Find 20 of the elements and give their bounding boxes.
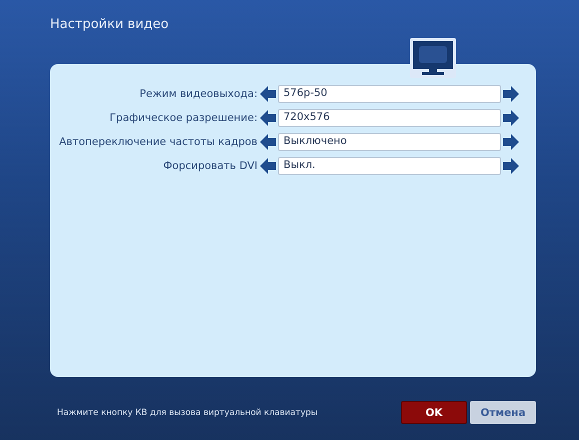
right-arrow-icon[interactable]	[503, 134, 519, 150]
left-arrow-icon[interactable]	[260, 134, 276, 150]
right-arrow-icon[interactable]	[503, 110, 519, 126]
window-title: Настройки видео	[50, 17, 169, 32]
setting-field[interactable]: Выключено	[278, 133, 501, 151]
setting-label: Автопереключение частоты кадров	[58, 136, 258, 148]
right-arrow-icon[interactable]	[503, 158, 519, 174]
left-arrow-icon[interactable]	[260, 86, 276, 102]
right-arrow-icon[interactable]	[503, 86, 519, 102]
left-arrow-icon[interactable]	[260, 110, 276, 126]
ok-button[interactable]: OK	[401, 401, 467, 424]
setting-field[interactable]: 720x576	[278, 109, 501, 127]
setting-field[interactable]: 576p-50	[278, 85, 501, 103]
setting-label: Режим видеовыхода:	[138, 88, 258, 100]
setting-field[interactable]: Выкл.	[278, 157, 501, 175]
left-arrow-icon[interactable]	[260, 158, 276, 174]
cancel-button[interactable]: Отмена	[470, 401, 536, 424]
hint-text: Нажмите кнопку КВ для вызова виртуальной клавиатуры	[57, 408, 318, 418]
setting-label: Графическое разрешение:	[108, 112, 258, 124]
setting-label: Форсировать DVI	[162, 160, 258, 172]
